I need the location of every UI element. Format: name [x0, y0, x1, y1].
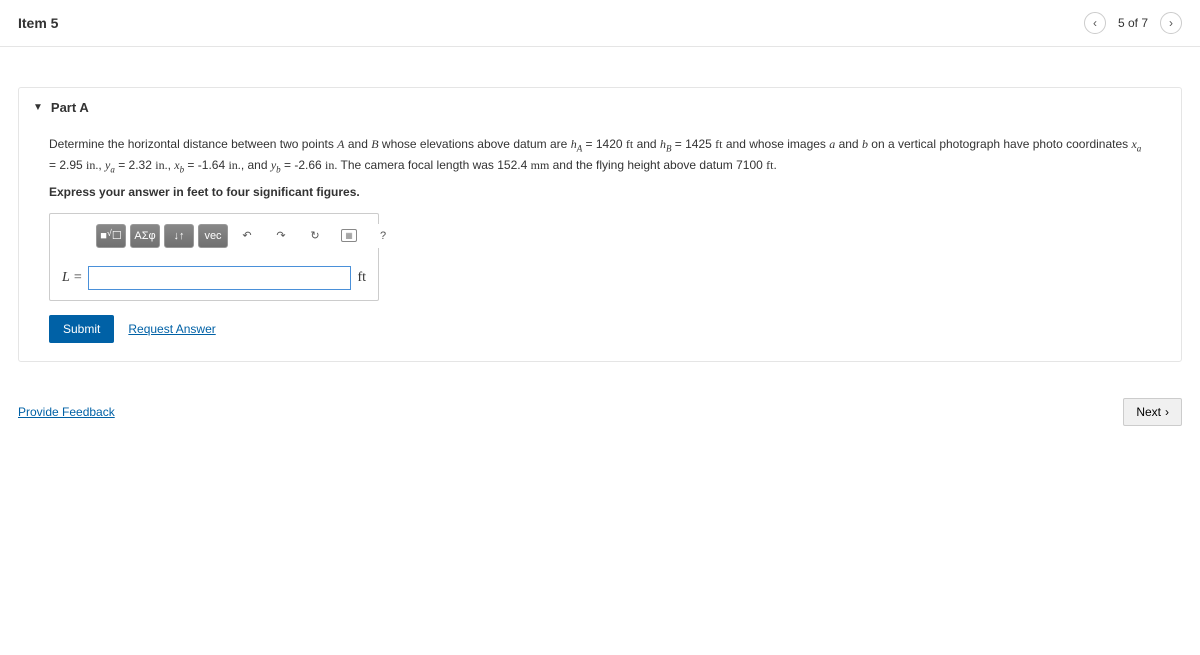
- equation-toolbar: ■√☐ ΑΣφ ↓↑ vec ↶ ↷ ↻ ▦ ?: [96, 224, 366, 248]
- request-answer-link[interactable]: Request Answer: [128, 322, 215, 336]
- keyboard-icon: ▦: [341, 229, 357, 242]
- item-navigation: ‹ 5 of 7 ›: [1084, 12, 1182, 34]
- undo-icon: ↶: [242, 229, 251, 242]
- next-label: Next: [1136, 405, 1161, 419]
- prev-item-button[interactable]: ‹: [1084, 12, 1106, 34]
- undo-button[interactable]: ↶: [232, 224, 262, 248]
- item-position: 5 of 7: [1118, 16, 1148, 30]
- next-button[interactable]: Next ›: [1123, 398, 1182, 426]
- chevron-right-icon: ›: [1169, 16, 1173, 30]
- chevron-right-icon: ›: [1165, 405, 1169, 419]
- caret-down-icon: ▼: [33, 102, 43, 113]
- part-header[interactable]: ▼ Part A: [19, 88, 1181, 127]
- answer-unit: ft: [357, 270, 366, 286]
- part-container: ▼ Part A Determine the horizontal distan…: [18, 87, 1182, 362]
- keyboard-button[interactable]: ▦: [334, 224, 364, 248]
- redo-icon: ↷: [276, 229, 285, 242]
- answer-instruction: Express your answer in feet to four sign…: [49, 185, 1151, 199]
- greek-button[interactable]: ΑΣφ: [130, 224, 160, 248]
- answer-box: ■√☐ ΑΣφ ↓↑ vec ↶ ↷ ↻ ▦ ?: [49, 213, 379, 301]
- reset-icon: ↻: [310, 229, 319, 242]
- help-button[interactable]: ?: [368, 224, 398, 248]
- answer-variable-label: L =: [62, 270, 82, 286]
- templates-button[interactable]: ■√☐: [96, 224, 126, 248]
- provide-feedback-link[interactable]: Provide Feedback: [18, 405, 115, 419]
- redo-button[interactable]: ↷: [266, 224, 296, 248]
- problem-statement: Determine the horizontal distance betwee…: [49, 135, 1151, 177]
- submit-button[interactable]: Submit: [49, 315, 114, 343]
- part-label: Part A: [51, 100, 89, 115]
- next-item-button[interactable]: ›: [1160, 12, 1182, 34]
- item-title: Item 5: [18, 15, 58, 31]
- scripts-button[interactable]: ↓↑: [164, 224, 194, 248]
- chevron-left-icon: ‹: [1093, 16, 1097, 30]
- vec-button[interactable]: vec: [198, 224, 228, 248]
- reset-button[interactable]: ↻: [300, 224, 330, 248]
- answer-input[interactable]: [88, 266, 351, 290]
